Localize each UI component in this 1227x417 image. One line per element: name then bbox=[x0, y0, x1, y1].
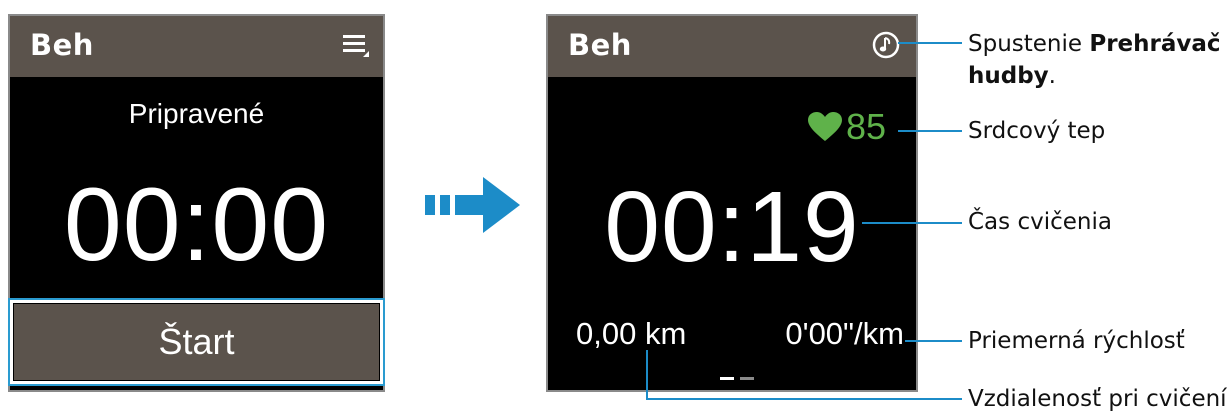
callout-avg-speed: Priemerná rýchlosť bbox=[968, 328, 1185, 354]
leader-line-music bbox=[898, 42, 962, 44]
start-button[interactable]: Štart bbox=[13, 303, 380, 381]
pace-value: 0'00"/km bbox=[785, 316, 904, 351]
heart-icon bbox=[807, 112, 842, 141]
callout-music-player: Spustenie Prehrávač hudby. bbox=[968, 31, 1221, 89]
music-icon[interactable] bbox=[872, 31, 900, 59]
heart-rate-value: 85 bbox=[845, 106, 886, 147]
menu-icon[interactable] bbox=[343, 33, 369, 57]
title-bar: Beh bbox=[10, 16, 383, 77]
running-screen: Beh 85 00:19 0,00 km 0'00"/km bbox=[546, 14, 918, 392]
leader-line-heart bbox=[898, 130, 962, 132]
title-bar: Beh bbox=[548, 16, 916, 77]
heart-rate-indicator: 85 bbox=[807, 106, 886, 148]
leader-line-speed bbox=[905, 340, 962, 342]
page-indicator-active bbox=[720, 377, 734, 380]
page-indicator-inactive bbox=[740, 377, 754, 380]
distance-value: 0,00 km bbox=[576, 316, 687, 351]
callout-distance: Vzdialenosť pri cvičení bbox=[968, 386, 1227, 412]
leader-line-distance-h bbox=[646, 398, 962, 400]
timer-display: 00:00 bbox=[63, 167, 330, 283]
arrow-icon bbox=[425, 177, 520, 233]
leader-line-distance-v bbox=[646, 350, 648, 400]
leader-line-time bbox=[862, 222, 962, 224]
callout-exercise-time: Čas cvičenia bbox=[968, 209, 1112, 235]
start-button-highlight: Štart bbox=[8, 298, 385, 386]
timer-display: 00:19 bbox=[604, 171, 860, 283]
app-title: Beh bbox=[568, 28, 632, 62]
app-title: Beh bbox=[30, 28, 94, 62]
callout-heart-rate: Srdcový tep bbox=[968, 118, 1106, 144]
status-text: Pripravené bbox=[128, 98, 265, 129]
